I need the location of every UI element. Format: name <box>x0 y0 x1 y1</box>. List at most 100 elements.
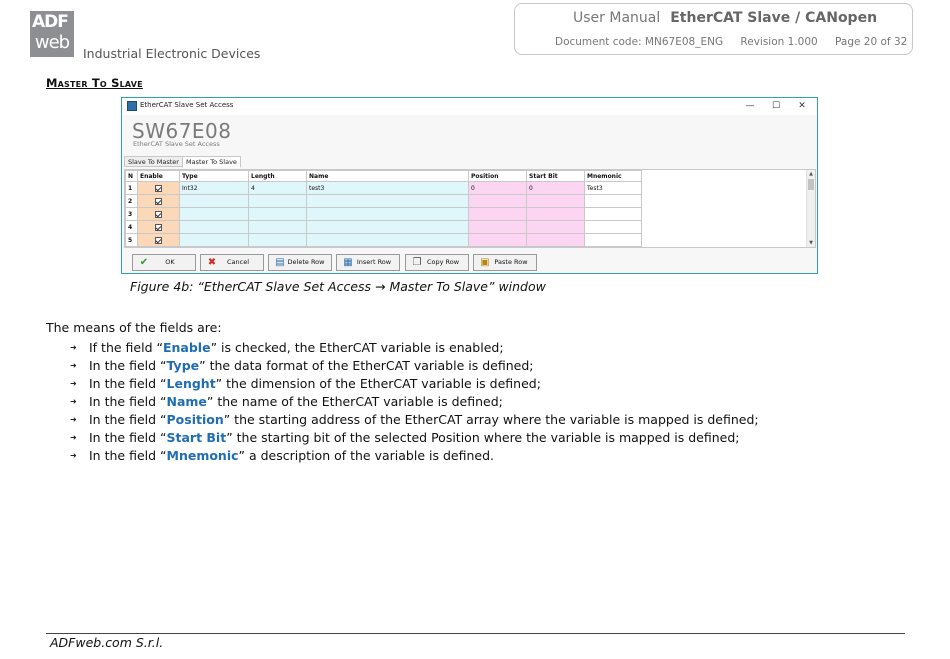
ok-button[interactable]: ✔ OK <box>132 254 196 271</box>
type-cell[interactable] <box>179 194 249 208</box>
mnemonic-cell[interactable] <box>584 220 642 234</box>
enable-cell[interactable] <box>137 207 180 221</box>
list-item: ➜ If the field “Enable” is checked, the E… <box>70 341 759 359</box>
item-text: ” the dimension of the EtherCAT variable… <box>215 376 541 391</box>
start-bit-cell[interactable] <box>526 220 585 234</box>
doc-revision: Revision 1.000 <box>740 36 818 48</box>
type-cell[interactable] <box>179 207 249 221</box>
close-button[interactable]: ✕ <box>791 99 813 113</box>
length-cell[interactable] <box>248 220 307 234</box>
position-cell[interactable] <box>468 194 527 208</box>
list-item: ➜ In the field “Start Bit” the starting b… <box>70 431 759 449</box>
enable-cell[interactable] <box>137 220 180 234</box>
tab-master-to-slave[interactable]: Master To Slave <box>182 156 241 168</box>
bullet-arrow-icon: ➜ <box>70 361 77 370</box>
name-cell[interactable]: test3 <box>306 181 469 195</box>
col-header-mnemonic: Mnemonic <box>584 170 642 182</box>
cancel-label: Cancel <box>226 258 250 266</box>
enable-checkbox[interactable] <box>155 223 162 231</box>
length-cell[interactable]: 4 <box>248 181 307 195</box>
type-cell[interactable]: Int32 <box>179 181 249 195</box>
enable-cell[interactable] <box>137 233 180 247</box>
position-cell[interactable]: 0 <box>468 181 527 195</box>
tab-slave-to-master[interactable]: Slave To Master <box>124 156 183 167</box>
item-prefix: In the field “ <box>89 412 167 427</box>
row-number: 4 <box>125 220 138 234</box>
row-number: 3 <box>125 207 138 221</box>
enable-checkbox[interactable] <box>155 184 162 192</box>
paste-row-label: Paste Row <box>494 258 528 266</box>
scroll-thumb[interactable] <box>808 179 814 190</box>
mnemonic-cell[interactable] <box>584 207 642 221</box>
minimize-button[interactable]: — <box>739 99 761 113</box>
doc-code: Document code: MN67E08_ENG <box>555 36 724 48</box>
enable-cell[interactable] <box>137 181 180 195</box>
ok-label: OK <box>165 258 175 266</box>
bullet-arrow-icon: ➜ <box>70 433 77 442</box>
delete-row-button[interactable]: ▤ Delete Row <box>268 254 332 271</box>
section-title: Master To Slave <box>46 76 143 90</box>
name-cell[interactable] <box>306 194 469 208</box>
mnemonic-cell[interactable]: Test3 <box>584 181 642 195</box>
enable-cell[interactable] <box>137 194 180 208</box>
cancel-button[interactable]: ✖ Cancel <box>200 254 264 271</box>
col-header-length: Length <box>248 170 307 182</box>
table-header-row: N Enable Type Length Name Position Start… <box>125 170 642 182</box>
document-meta: Document code: MN67E08_ENG Revision 1.00… <box>555 36 921 48</box>
list-item: ➜ In the field “Name” the name of the Eth… <box>70 395 759 413</box>
name-cell[interactable] <box>306 207 469 221</box>
item-text: ” the starting address of the EtherCAT a… <box>223 412 759 427</box>
position-cell[interactable] <box>468 220 527 234</box>
window-title: EtherCAT Slave Set Access <box>140 101 234 109</box>
mnemonic-cell[interactable] <box>584 194 642 208</box>
field-keyword: Lenght <box>166 376 216 391</box>
bullet-arrow-icon: ➜ <box>70 451 77 460</box>
paste-row-button[interactable]: ▣ Paste Row <box>473 254 537 271</box>
logo-line2: web <box>34 32 70 53</box>
enable-checkbox[interactable] <box>155 197 162 205</box>
start-bit-cell[interactable]: 0 <box>526 181 585 195</box>
name-cell[interactable] <box>306 220 469 234</box>
maximize-button[interactable]: ☐ <box>765 99 787 113</box>
copy-row-label: Copy Row <box>426 258 460 266</box>
type-cell[interactable] <box>179 233 249 247</box>
name-cell[interactable] <box>306 233 469 247</box>
table-row: 5 <box>125 233 642 247</box>
figure-caption: Figure 4b: “EtherCAT Slave Set Access → … <box>130 279 546 294</box>
position-cell[interactable] <box>468 233 527 247</box>
type-cell[interactable] <box>179 220 249 234</box>
start-bit-cell[interactable] <box>526 233 585 247</box>
start-bit-cell[interactable] <box>526 194 585 208</box>
col-header-enable: Enable <box>137 170 180 182</box>
scroll-down-icon[interactable]: ▼ <box>807 240 815 246</box>
item-prefix: In the field “ <box>89 448 167 463</box>
row-number: 2 <box>125 194 138 208</box>
col-header-n: N <box>125 170 138 182</box>
fields-intro: The means of the fields are: <box>46 320 222 335</box>
length-cell[interactable] <box>248 194 307 208</box>
length-cell[interactable] <box>248 207 307 221</box>
enable-checkbox[interactable] <box>155 236 162 244</box>
start-bit-cell[interactable] <box>526 207 585 221</box>
list-item: ➜ In the field “Position” the starting ad… <box>70 413 759 431</box>
position-cell[interactable] <box>468 207 527 221</box>
list-item: ➜ In the field “Type” the data format of … <box>70 359 759 377</box>
length-cell[interactable] <box>248 233 307 247</box>
mapping-grid: N Enable Type Length Name Position Start… <box>124 169 816 248</box>
field-keyword: Name <box>166 394 207 409</box>
bullet-arrow-icon: ➜ <box>70 379 77 388</box>
copy-row-button[interactable]: ❐ Copy Row <box>405 254 469 271</box>
footer-company: ADFweb.com S.r.l. <box>50 635 164 650</box>
item-prefix: If the field “ <box>89 340 163 355</box>
table-row: 1 Int32 4 test3 0 0 Test3 <box>125 181 642 195</box>
insert-row-button[interactable]: ▦ Insert Row <box>336 254 400 271</box>
field-keyword: Position <box>166 412 224 427</box>
vertical-scrollbar[interactable]: ▲ ▼ <box>806 170 815 247</box>
enable-checkbox[interactable] <box>155 210 162 218</box>
doc-type: User Manual <box>573 10 661 26</box>
scroll-up-icon[interactable]: ▲ <box>807 171 815 177</box>
field-keyword: Type <box>166 358 200 373</box>
col-header-type: Type <box>179 170 249 182</box>
mnemonic-cell[interactable] <box>584 233 642 247</box>
item-prefix: In the field “ <box>89 430 167 445</box>
